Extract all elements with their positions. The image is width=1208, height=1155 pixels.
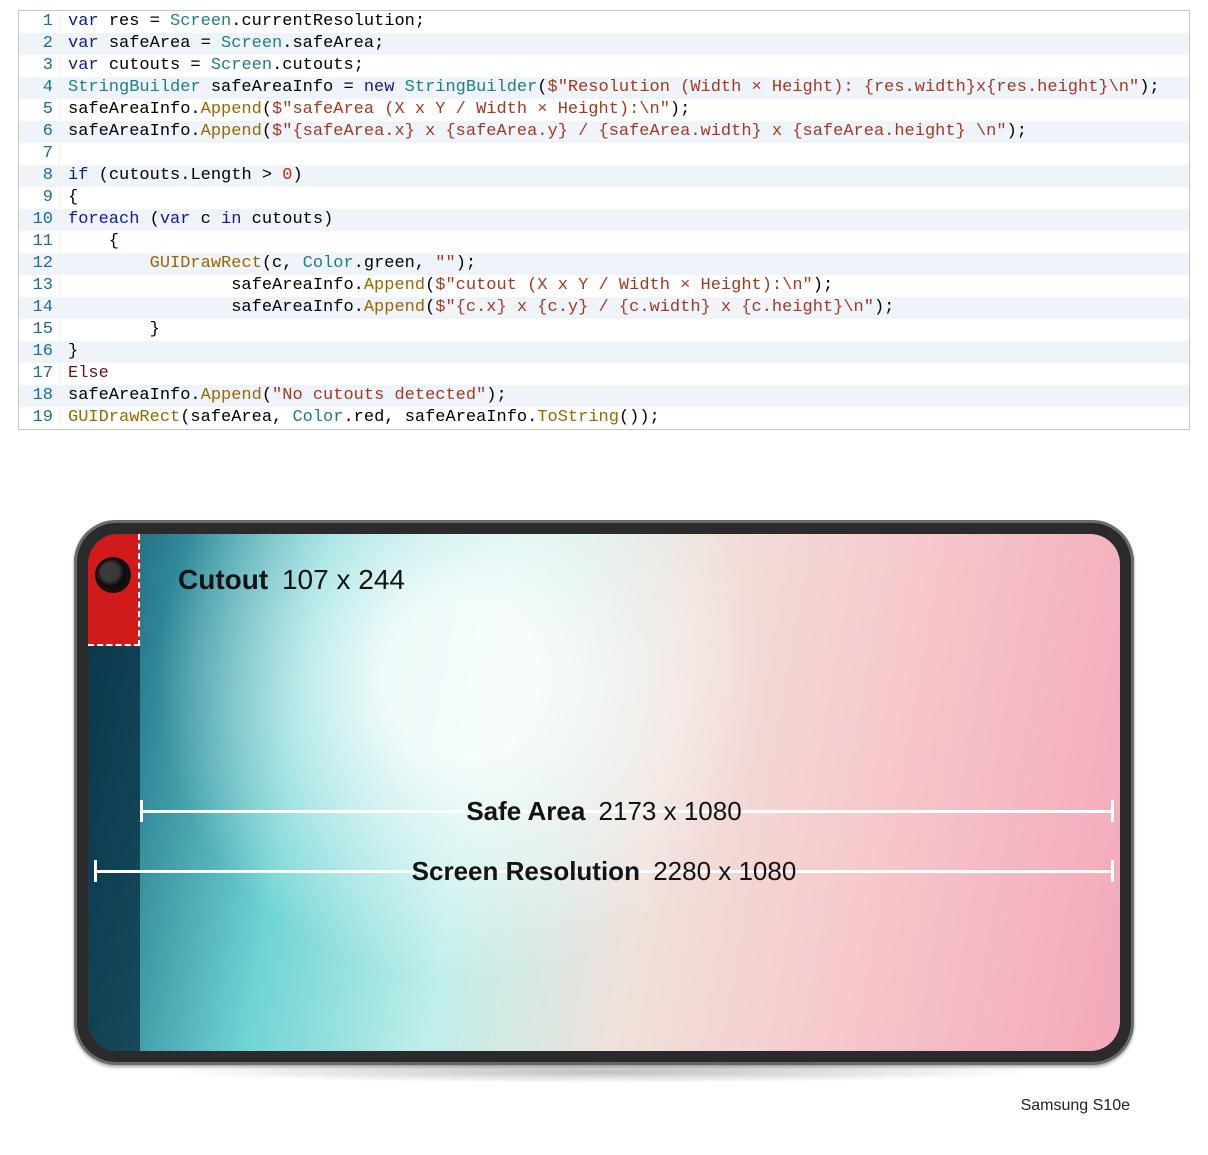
line-number: 12 <box>19 253 60 275</box>
code-source: Else <box>60 363 1189 385</box>
code-line: 17Else <box>19 363 1189 385</box>
code-line: 15 } <box>19 319 1189 341</box>
code-line: 7 <box>19 143 1189 165</box>
device-caption: Samsung S10e <box>74 1097 1130 1115</box>
code-source: { <box>60 231 1189 253</box>
code-source: GUIDrawRect(safeArea, Color.red, safeAre… <box>60 407 1189 429</box>
line-number: 16 <box>19 341 60 363</box>
code-line: 16} <box>19 341 1189 363</box>
line-number: 5 <box>19 99 60 121</box>
measure-cap <box>1111 800 1114 822</box>
code-source: GUIDrawRect(c, Color.green, ""); <box>60 253 1189 275</box>
phone-screen: Cutout 107 x 244 Safe Area 2173 x 1080 <box>88 534 1120 1051</box>
code-line: 12 GUIDrawRect(c, Color.green, ""); <box>19 253 1189 275</box>
code-line: 14 safeAreaInfo.Append($"{c.x} x {c.y} /… <box>19 297 1189 319</box>
camera-icon <box>98 560 128 590</box>
code-source: safeAreaInfo.Append($"safeArea (X x Y / … <box>60 99 1189 121</box>
cutout-rect <box>88 534 140 646</box>
code-source: safeAreaInfo.Append($"cutout (X x Y / Wi… <box>60 275 1189 297</box>
line-number: 9 <box>19 187 60 209</box>
line-number: 7 <box>19 143 60 165</box>
code-line: 4StringBuilder safeAreaInfo = new String… <box>19 77 1189 99</box>
cutout-annotation: Cutout 107 x 244 <box>178 564 405 596</box>
line-number: 11 <box>19 231 60 253</box>
code-line: 6safeAreaInfo.Append($"{safeArea.x} x {s… <box>19 121 1189 143</box>
line-number: 3 <box>19 55 60 77</box>
code-source <box>60 143 1189 165</box>
page-root: 1var res = Screen.currentResolution;2var… <box>0 10 1208 1155</box>
code-line: 13 safeAreaInfo.Append($"cutout (X x Y /… <box>19 275 1189 297</box>
resolution-annotation: Screen Resolution 2280 x 1080 <box>400 856 809 887</box>
code-block: 1var res = Screen.currentResolution;2var… <box>18 10 1190 430</box>
line-number: 10 <box>19 209 60 231</box>
code-line: 18safeAreaInfo.Append("No cutouts detect… <box>19 385 1189 407</box>
line-number: 15 <box>19 319 60 341</box>
code-line: 10foreach (var c in cutouts) <box>19 209 1189 231</box>
code-source: StringBuilder safeAreaInfo = new StringB… <box>60 77 1189 99</box>
safe-area-value: 2173 x 1080 <box>599 796 742 826</box>
code-line: 8if (cutouts.Length > 0) <box>19 165 1189 187</box>
line-number: 1 <box>19 11 60 33</box>
code-source: var res = Screen.currentResolution; <box>60 11 1189 33</box>
line-number: 18 <box>19 385 60 407</box>
line-number: 19 <box>19 407 60 429</box>
code-line: 11 { <box>19 231 1189 253</box>
line-number: 13 <box>19 275 60 297</box>
safe-area-annotation: Safe Area 2173 x 1080 <box>454 796 753 827</box>
code-line: 2var safeArea = Screen.safeArea; <box>19 33 1189 55</box>
code-line: 19GUIDrawRect(safeArea, Color.red, safeA… <box>19 407 1189 429</box>
phone-mockup: Cutout 107 x 244 Safe Area 2173 x 1080 <box>74 520 1134 1115</box>
code-source: } <box>60 341 1189 363</box>
resolution-label: Screen Resolution <box>412 856 640 886</box>
line-number: 2 <box>19 33 60 55</box>
safe-area-label: Safe Area <box>466 796 585 826</box>
resolution-value: 2280 x 1080 <box>653 856 796 886</box>
phone-shadow <box>164 1061 1044 1083</box>
code-line: 1var res = Screen.currentResolution; <box>19 11 1189 33</box>
code-source: { <box>60 187 1189 209</box>
measure-bar <box>140 810 1114 813</box>
code-line: 3var cutouts = Screen.cutouts; <box>19 55 1189 77</box>
measure-bar <box>94 870 1114 873</box>
measure-cap <box>1111 860 1114 882</box>
code-source: var cutouts = Screen.cutouts; <box>60 55 1189 77</box>
code-source: var safeArea = Screen.safeArea; <box>60 33 1189 55</box>
code-source: safeAreaInfo.Append($"{safeArea.x} x {sa… <box>60 121 1189 143</box>
cutout-label: Cutout <box>178 564 268 595</box>
code-line: 9{ <box>19 187 1189 209</box>
measure-cap <box>140 800 143 822</box>
code-source: } <box>60 319 1189 341</box>
phone-frame: Cutout 107 x 244 Safe Area 2173 x 1080 <box>74 520 1134 1065</box>
cutout-value: 107 x 244 <box>282 564 405 595</box>
code-source: safeAreaInfo.Append("No cutouts detected… <box>60 385 1189 407</box>
safe-area-measure: Safe Area 2173 x 1080 <box>88 794 1120 828</box>
line-number: 4 <box>19 77 60 99</box>
code-source: if (cutouts.Length > 0) <box>60 165 1189 187</box>
line-number: 14 <box>19 297 60 319</box>
code-source: safeAreaInfo.Append($"{c.x} x {c.y} / {c… <box>60 297 1189 319</box>
resolution-measure: Screen Resolution 2280 x 1080 <box>88 854 1120 888</box>
code-line: 5safeAreaInfo.Append($"safeArea (X x Y /… <box>19 99 1189 121</box>
code-source: foreach (var c in cutouts) <box>60 209 1189 231</box>
line-number: 17 <box>19 363 60 385</box>
line-number: 8 <box>19 165 60 187</box>
line-number: 6 <box>19 121 60 143</box>
